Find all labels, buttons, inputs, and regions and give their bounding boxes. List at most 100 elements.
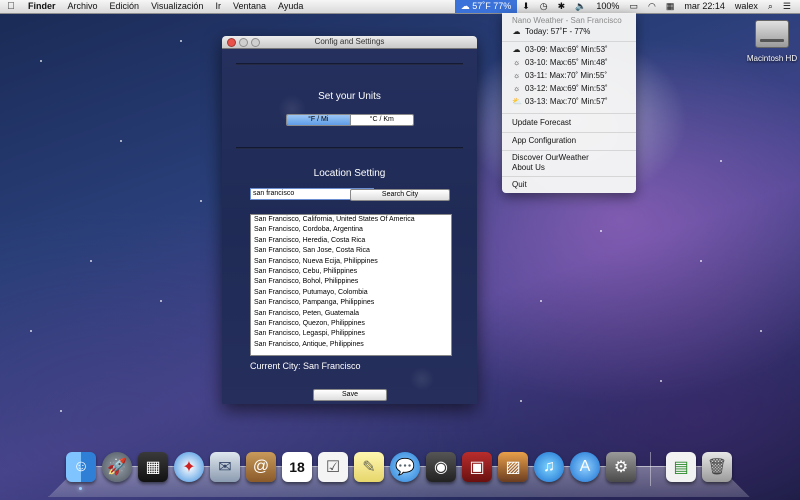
itunes-icon[interactable]: ♫ (534, 452, 564, 482)
menu-user[interactable]: walex (730, 0, 763, 13)
forecast-text: 03-11: Max:70˚ Min:55˚ (525, 71, 608, 80)
close-button[interactable] (227, 38, 236, 47)
menu-divider (502, 150, 636, 151)
menu-archivo[interactable]: Archivo (62, 0, 104, 13)
list-item[interactable]: San Francisco, Antique, Philippines (251, 340, 451, 350)
time-machine-icon[interactable]: ◷ (535, 0, 553, 13)
menu-divider (502, 176, 636, 177)
forecast-item[interactable]: ☁ 03-09: Max:69˚ Min:53˚ (512, 45, 608, 54)
units-segmented-control: °F / Mi °C / Km (286, 114, 414, 126)
contacts-icon[interactable]: @ (246, 452, 276, 482)
facetime-icon[interactable]: ◉ (426, 452, 456, 482)
app-configuration-item[interactable]: App Configuration (512, 136, 576, 145)
list-item[interactable]: San Francisco, Nueva Ecija, Philippines (251, 257, 451, 267)
city-results-list[interactable]: San Francisco, California, United States… (250, 214, 452, 356)
minimize-button[interactable] (239, 38, 248, 47)
volume-icon[interactable]: 🔈 (570, 0, 591, 13)
forecast-item[interactable]: ☼ 03-12: Max:69˚ Min:53˚ (512, 84, 608, 93)
app-store-icon[interactable]: A (570, 452, 600, 482)
current-city-label: Current City: San Francisco (250, 361, 361, 371)
mission-control-icon[interactable]: ▦ (138, 452, 168, 482)
menu-ventana[interactable]: Ventana (227, 0, 272, 13)
calendar-day: 18 (289, 459, 305, 475)
zoom-button[interactable] (251, 38, 260, 47)
today-item[interactable]: ☁ Today: 57˚F - 77% (512, 27, 591, 36)
apple-menu-icon[interactable]:  (0, 0, 22, 13)
menu-visualizacion[interactable]: Visualización (145, 0, 209, 13)
trash-icon[interactable]: 🗑 (702, 452, 732, 482)
forecast-item[interactable]: ☼ 03-11: Max:70˚ Min:55˚ (512, 71, 607, 80)
window-title: Config and Settings (314, 37, 385, 46)
list-item[interactable]: San Francisco, Pampanga, Philippines (251, 298, 451, 308)
iphoto-icon[interactable]: ▨ (498, 452, 528, 482)
list-item[interactable]: San Francisco, Cordoba, Argentina (251, 225, 451, 235)
input-flag-icon[interactable]: ▦ (661, 0, 680, 13)
menu-ayuda[interactable]: Ayuda (272, 0, 309, 13)
forecast-text: 03-09: Max:69˚ Min:53˚ (525, 45, 608, 54)
window-titlebar[interactable]: Config and Settings (222, 36, 477, 49)
divider (236, 63, 463, 65)
list-item[interactable]: San Francisco, Legaspi, Philippines (251, 329, 451, 339)
safari-icon[interactable]: ✦ (174, 452, 204, 482)
divider (236, 147, 463, 149)
list-item[interactable]: San Francisco, Cebu, Philippines (251, 267, 451, 277)
battery-icon[interactable]: ▭ (624, 0, 643, 13)
battery-percent[interactable]: 100% (591, 0, 624, 13)
forecast-text: 03-12: Max:69˚ Min:53˚ (525, 84, 608, 93)
about-us-item[interactable]: About Us (512, 163, 545, 172)
list-item[interactable]: San Francisco, San Jose, Costa Rica (251, 246, 451, 256)
sun-icon: ☼ (512, 71, 521, 80)
forecast-text: 03-10: Max:65˚ Min:48˚ (525, 58, 608, 67)
spotlight-search-icon[interactable]: ⌕ (763, 0, 778, 13)
calendar-icon[interactable]: 18 (282, 452, 312, 482)
forecast-item[interactable]: ☼ 03-10: Max:65˚ Min:48˚ (512, 58, 608, 67)
reminders-icon[interactable]: ☑ (318, 452, 348, 482)
menu-clock[interactable]: mar 22:14 (679, 0, 730, 13)
forecast-item[interactable]: ⛅ 03-13: Max:70˚ Min:57˚ (512, 97, 608, 106)
cloud-icon: ☁ (460, 1, 470, 11)
finder-icon[interactable]: ☺ (66, 452, 96, 482)
wifi-icon[interactable]: ◠ (643, 0, 661, 13)
hd-label: Macintosh HD (746, 54, 798, 63)
weather-status-text: 57˚F 77% (472, 1, 512, 11)
forecast-text: 03-13: Max:70˚ Min:57˚ (525, 97, 608, 106)
menu-edicion[interactable]: Edición (104, 0, 146, 13)
messages-icon[interactable]: 💬 (390, 452, 420, 482)
dock-separator (650, 452, 651, 486)
sun-icon: ☼ (512, 84, 521, 93)
today-text: Today: 57˚F - 77% (525, 27, 591, 36)
search-city-button[interactable]: Search City (350, 189, 450, 201)
menu-bar:  Finder Archivo Edición Visualización I… (0, 0, 800, 14)
units-title: Set your Units (318, 91, 381, 102)
update-forecast-item[interactable]: Update Forecast (512, 118, 571, 127)
unit-option-metric[interactable]: °C / Km (349, 115, 413, 125)
list-item[interactable]: San Francisco, Quezon, Philippines (251, 319, 451, 329)
discover-ourweather-item[interactable]: Discover OurWeather (512, 153, 589, 162)
launchpad-icon[interactable]: 🚀 (102, 452, 132, 482)
list-item[interactable]: San Francisco, Bohol, Philippines (251, 277, 451, 287)
list-item[interactable]: San Francisco, Putumayo, Colombia (251, 288, 451, 298)
menu-ir[interactable]: Ir (209, 0, 227, 13)
documents-stack-icon[interactable]: ▤ (666, 452, 696, 482)
config-window: Config and Settings Set your Units °F / … (222, 36, 477, 404)
list-item[interactable]: San Francisco, California, United States… (251, 215, 451, 225)
dock: ☺ 🚀 ▦ ✦ ✉ @ 18 ☑ ✎ 💬 ◉ ▣ ▨ ♫ A ⚙ ▤ 🗑 (60, 452, 750, 492)
menu-divider (502, 41, 636, 42)
unit-option-imperial[interactable]: °F / Mi (287, 115, 350, 125)
menu-divider (502, 113, 636, 114)
list-item[interactable]: San Francisco, Peten, Guatemala (251, 309, 451, 319)
notes-icon[interactable]: ✎ (354, 452, 384, 482)
macintosh-hd[interactable]: Macintosh HD (747, 20, 797, 63)
status-area: ☁ 57˚F 77% ⬇ ◷ ✱ 🔈 100% ▭ ◠ ▦ mar 22:14 … (454, 0, 796, 13)
dropbox-icon[interactable]: ⬇ (517, 0, 535, 13)
mail-icon[interactable]: ✉ (210, 452, 240, 482)
quit-item[interactable]: Quit (512, 180, 527, 189)
list-item[interactable]: San Francisco, Heredia, Costa Rica (251, 236, 451, 246)
system-preferences-icon[interactable]: ⚙ (606, 452, 636, 482)
notification-center-icon[interactable]: ☰ (778, 0, 796, 13)
weather-status-item[interactable]: ☁ 57˚F 77% (454, 0, 518, 13)
photo-booth-icon[interactable]: ▣ (462, 452, 492, 482)
save-button[interactable]: Save (313, 389, 387, 401)
menu-app-finder[interactable]: Finder (22, 0, 62, 13)
bluetooth-icon[interactable]: ✱ (553, 0, 571, 13)
